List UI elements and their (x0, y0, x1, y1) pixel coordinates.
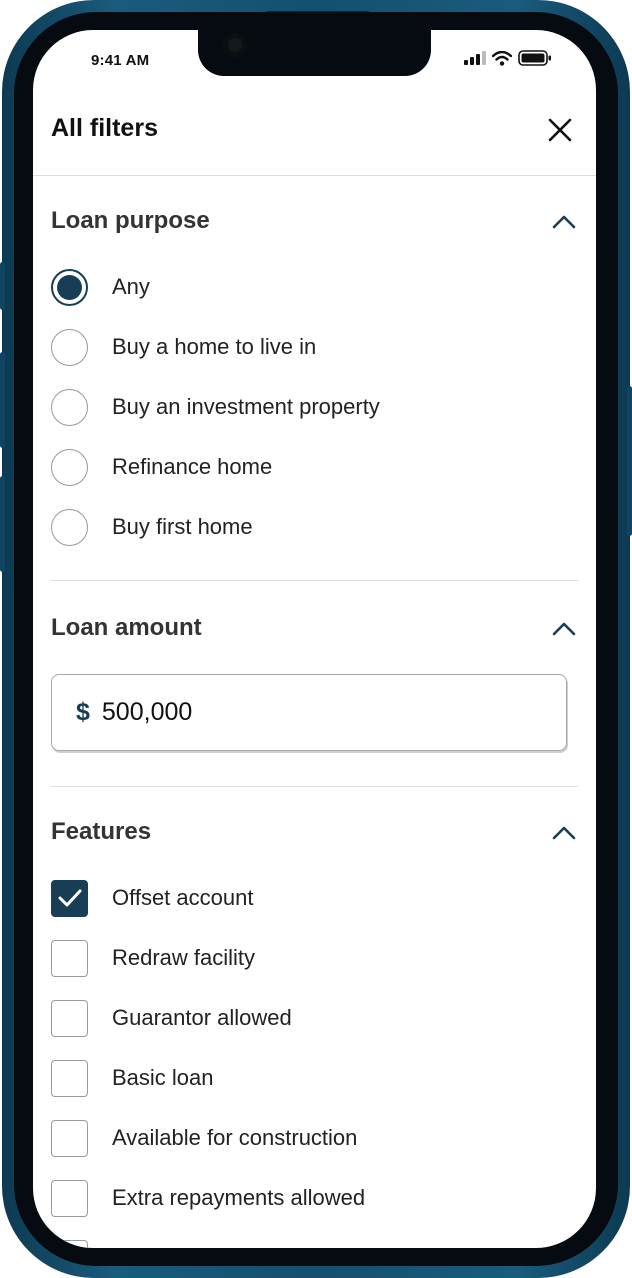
wifi-icon (492, 50, 512, 66)
power-button (627, 386, 632, 536)
radio-button[interactable] (51, 448, 88, 486)
filters-header: All filters (33, 108, 596, 176)
feature-option-basic-loan[interactable]: Basic loan (51, 1058, 571, 1098)
radio-button[interactable] (51, 508, 88, 546)
feature-option-offset-account[interactable]: Offset account (51, 878, 571, 918)
status-time: 9:41 AM (91, 52, 150, 69)
currency-symbol: $ (76, 698, 90, 726)
feature-option-extra-repayments[interactable]: Extra repayments allowed (51, 1178, 571, 1218)
checkbox[interactable] (51, 999, 88, 1037)
loan-purpose-option-investment[interactable]: Buy an investment property (51, 387, 571, 427)
feature-option-redraw-facility[interactable]: Redraw facility (51, 938, 571, 978)
close-icon (548, 118, 572, 142)
radio-button[interactable] (51, 268, 88, 306)
notch (198, 30, 431, 76)
section-divider (51, 786, 578, 787)
loan-amount-input[interactable]: $ 500,000 (51, 674, 567, 751)
loan-purpose-option-any[interactable]: Any (51, 267, 571, 307)
loan-amount-title: Loan amount (51, 614, 202, 641)
option-label: Any (112, 274, 150, 299)
loan-purpose-collapse-button[interactable] (550, 208, 578, 236)
checkbox[interactable] (51, 1239, 88, 1248)
checkbox[interactable] (51, 1059, 88, 1097)
mute-switch (0, 262, 5, 310)
check-icon (58, 889, 81, 907)
loan-purpose-title: Loan purpose (51, 207, 210, 234)
volume-up-button (0, 352, 5, 448)
loan-purpose-option-refinance[interactable]: Refinance home (51, 447, 571, 487)
features-title: Features (51, 818, 152, 845)
option-label: Refinance home (112, 454, 273, 479)
option-label: Buy a home to live in (112, 334, 317, 359)
close-button[interactable] (544, 114, 576, 146)
radio-button[interactable] (51, 328, 88, 366)
loan-amount-collapse-button[interactable] (550, 615, 578, 643)
features-collapse-button[interactable] (550, 819, 578, 847)
signal-icon (464, 51, 486, 65)
checkbox[interactable] (51, 1119, 88, 1157)
checkbox[interactable] (51, 879, 88, 917)
chevron-up-icon (552, 622, 576, 636)
front-camera (223, 33, 247, 57)
option-label: Available for construction (112, 1125, 358, 1150)
loan-purpose-option-buy-home[interactable]: Buy a home to live in (51, 327, 571, 367)
page-title: All filters (51, 114, 158, 142)
option-label: Buy an investment property (112, 394, 380, 419)
loan-amount-value: 500,000 (101, 698, 193, 726)
option-label: Guarantor allowed (112, 1005, 292, 1030)
checkbox[interactable] (51, 1179, 88, 1217)
radio-button[interactable] (51, 388, 88, 426)
feature-option-construction[interactable]: Available for construction (51, 1118, 571, 1158)
section-divider (51, 580, 578, 581)
status-icons (464, 50, 552, 66)
feature-option-partially-visible[interactable] (51, 1238, 571, 1248)
battery-icon (518, 50, 551, 66)
chevron-up-icon (552, 215, 576, 229)
option-label: Offset account (112, 885, 254, 910)
option-label: Buy first home (112, 514, 253, 539)
volume-down-button (0, 476, 5, 572)
screen: 9:41 AM All filters Loan purpose Any Buy… (33, 30, 596, 1248)
loan-purpose-option-first-home[interactable]: Buy first home (51, 507, 571, 547)
option-label: Redraw facility (112, 945, 256, 970)
chevron-up-icon (552, 826, 576, 840)
option-label: Basic loan (112, 1065, 214, 1090)
checkbox[interactable] (51, 939, 88, 977)
option-label: Extra repayments allowed (112, 1185, 366, 1210)
radio-selected-dot (57, 274, 82, 300)
feature-option-guarantor-allowed[interactable]: Guarantor allowed (51, 998, 571, 1038)
